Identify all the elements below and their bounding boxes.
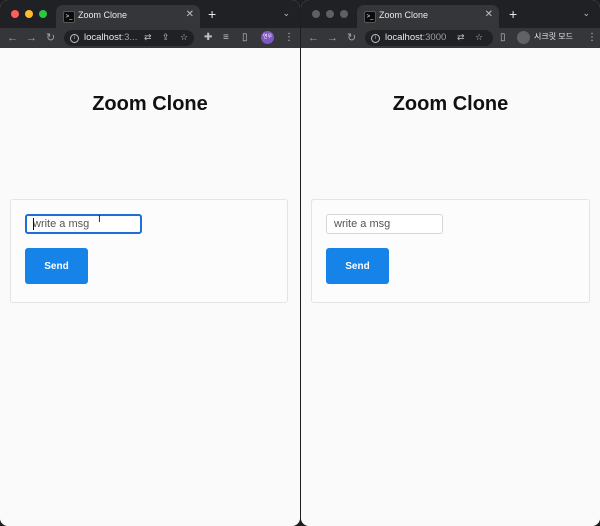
side-panel-icon[interactable]: ▯ <box>500 31 506 45</box>
send-button[interactable]: Send <box>25 248 88 284</box>
text-caret <box>33 218 34 230</box>
more-menu-icon[interactable]: ⋮ <box>587 31 597 45</box>
browser-tab[interactable]: >_ Zoom Clone ✕ <box>56 5 200 28</box>
info-icon[interactable]: i <box>371 34 380 43</box>
browser-tab[interactable]: >_ Zoom Clone ✕ <box>357 5 499 28</box>
ibeam-cursor-icon: I <box>98 214 101 225</box>
maximize-window-button[interactable] <box>39 10 47 18</box>
tab-title: Zoom Clone <box>78 10 128 20</box>
send-button[interactable]: Send <box>326 248 389 284</box>
terminal-favicon-icon: >_ <box>364 11 376 23</box>
tab-search-chevron-icon[interactable]: ⌄ <box>582 8 590 19</box>
close-window-button[interactable] <box>312 10 320 18</box>
extensions-puzzle-icon[interactable]: ✚ <box>204 31 212 45</box>
message-form: I Send <box>10 199 288 303</box>
address-bar[interactable]: i localhost:3... ⇄ ⇪ ☆ <box>64 30 194 46</box>
share-icon[interactable]: ⇪ <box>162 32 170 43</box>
address-bar[interactable]: i localhost:3000 ⇄ ☆ <box>365 30 493 46</box>
page-title: Zoom Clone <box>392 93 509 115</box>
bookmark-star-icon[interactable]: ☆ <box>475 32 483 43</box>
tab-close-icon[interactable]: ✕ <box>485 9 493 20</box>
message-form: Send <box>311 199 590 303</box>
minimize-window-button[interactable] <box>326 10 334 18</box>
profile-avatar[interactable]: 연우 <box>261 31 274 44</box>
back-icon[interactable]: ← <box>308 31 319 45</box>
browser-window-right: >_ Zoom Clone ✕ + ⌄ ← → ↻ i localhost:30… <box>301 0 600 526</box>
terminal-favicon-icon: >_ <box>63 11 75 23</box>
tab-close-icon[interactable]: ✕ <box>186 9 194 20</box>
back-icon[interactable]: ← <box>7 31 18 45</box>
tab-title: Zoom Clone <box>379 10 429 20</box>
title-bar: >_ Zoom Clone ✕ + ⌄ <box>301 0 600 28</box>
translate-icon[interactable]: ⇄ <box>144 32 152 43</box>
maximize-window-button[interactable] <box>340 10 348 18</box>
incognito-icon[interactable] <box>517 31 530 44</box>
url-text: localhost:3000 <box>385 32 447 43</box>
incognito-label[interactable]: 시크릿 모드 <box>534 31 573 42</box>
window-controls <box>312 10 348 18</box>
title-bar: >_ Zoom Clone ✕ + ⌄ <box>0 0 300 28</box>
forward-icon[interactable]: → <box>327 31 338 45</box>
browser-toolbar: ← → ↻ i localhost:3000 ⇄ ☆ ▯ 시크릿 모드 ⋮ <box>301 28 600 48</box>
side-panel-icon[interactable]: ▯ <box>242 31 248 45</box>
page-content: Zoom Clone I Send <box>0 48 300 526</box>
url-text: localhost:3... <box>84 32 138 43</box>
new-tab-icon[interactable]: + <box>509 7 517 21</box>
page-content: Zoom Clone Send <box>301 48 600 526</box>
bookmark-star-icon[interactable]: ☆ <box>180 32 188 43</box>
page-title: Zoom Clone <box>92 93 208 115</box>
browser-toolbar: ← → ↻ i localhost:3... ⇄ ⇪ ☆ ✚ ≡ ▯ 연우 ⋮ <box>0 28 300 48</box>
window-controls <box>11 10 47 18</box>
close-window-button[interactable] <box>11 10 19 18</box>
info-icon[interactable]: i <box>70 34 79 43</box>
reload-icon[interactable]: ↻ <box>46 31 55 45</box>
media-queue-icon[interactable]: ≡ <box>223 31 229 45</box>
translate-icon[interactable]: ⇄ <box>457 32 465 43</box>
new-tab-icon[interactable]: + <box>208 7 216 21</box>
forward-icon[interactable]: → <box>26 31 37 45</box>
reload-icon[interactable]: ↻ <box>347 31 356 45</box>
minimize-window-button[interactable] <box>25 10 33 18</box>
more-menu-icon[interactable]: ⋮ <box>284 31 294 45</box>
browser-window-left: >_ Zoom Clone ✕ + ⌄ ← → ↻ i localhost:3.… <box>0 0 300 526</box>
tab-search-chevron-icon[interactable]: ⌄ <box>282 8 290 19</box>
message-input[interactable] <box>326 214 443 234</box>
message-input[interactable] <box>25 214 142 234</box>
